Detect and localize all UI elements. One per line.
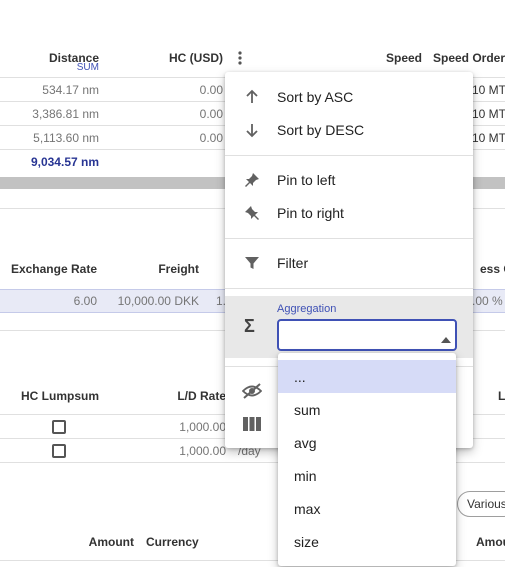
cell-distance: 3,386.81 nm	[32, 107, 99, 121]
header-currency[interactable]: Currency	[146, 535, 199, 549]
aggregation-select[interactable]	[277, 319, 457, 351]
cell-freight: 10,000.00 DKK	[117, 294, 199, 308]
header-l[interactable]: L	[498, 389, 505, 403]
arrow-up-icon	[242, 87, 262, 107]
header-exchange-rate[interactable]: Exchange Rate	[0, 262, 97, 276]
header-less-commission[interactable]: ess C.	[480, 262, 505, 276]
header-distance-aggregation: SUM	[76, 62, 99, 73]
header-ld-rate[interactable]: L/D Rate	[150, 389, 226, 403]
columns-icon	[242, 414, 262, 434]
aggregation-option[interactable]: max	[278, 492, 456, 525]
sort-desc-menu-item[interactable]: Sort by DESC	[225, 113, 473, 146]
hc-lumpsum-checkbox[interactable]	[52, 420, 66, 434]
aggregation-option[interactable]: avg	[278, 426, 456, 459]
pin-left-label: Pin to left	[277, 171, 336, 188]
filter-menu-item[interactable]: Filter	[225, 246, 473, 279]
cell-hc: 0.00	[199, 83, 223, 97]
pin-right-label: Pin to right	[277, 204, 344, 221]
hc-lumpsum-checkbox[interactable]	[52, 444, 66, 458]
various-button[interactable]: Various	[457, 491, 505, 517]
aggregation-option[interactable]: size	[278, 525, 456, 558]
pin-icon	[242, 203, 262, 223]
header-amount[interactable]: Amount	[60, 535, 134, 549]
cell-exchange-rate: 6.00	[73, 294, 97, 308]
cell-speed-order: 10 MT	[472, 131, 505, 145]
caret-up-icon	[441, 332, 451, 346]
pin-left-menu-item[interactable]: Pin to left	[225, 163, 473, 196]
cell-less-commission: .00 %	[472, 294, 503, 308]
sort-desc-label: Sort by DESC	[277, 121, 365, 138]
header-freight[interactable]: Freight	[120, 262, 199, 276]
header-speed[interactable]: Speed	[386, 51, 422, 65]
cell-hc: 0.00	[199, 107, 223, 121]
aggregation-label: Aggregation	[277, 303, 337, 315]
column-menu-icon[interactable]	[232, 50, 248, 66]
aggregation-option[interactable]: min	[278, 459, 456, 492]
arrow-down-icon	[242, 120, 262, 140]
aggregation-section: Σ Aggregation	[225, 296, 473, 358]
cell-distance: 5,113.60 nm	[33, 131, 99, 145]
pin-icon	[242, 170, 262, 190]
cell-speed-order: 10 MT	[472, 107, 505, 121]
pin-right-menu-item[interactable]: Pin to right	[225, 196, 473, 229]
cell-speed-order: 10 MT	[472, 83, 505, 97]
sigma-icon: Σ	[244, 316, 255, 336]
cell-ld-rate: 1,000.00	[179, 444, 226, 458]
aggregation-option[interactable]: sum	[278, 393, 456, 426]
aggregation-dropdown-list: ... sum avg min max size	[278, 353, 456, 566]
header-hc-usd[interactable]: HC (USD)	[120, 51, 223, 65]
header-hc-lumpsum[interactable]: HC Lumpsum	[0, 389, 99, 403]
filter-label: Filter	[277, 254, 309, 271]
sort-asc-menu-item[interactable]: Sort by ASC	[225, 80, 473, 113]
cell-ld-rate: 1,000.00	[179, 420, 226, 434]
filter-icon	[242, 253, 262, 273]
total-distance: 9,034.57 nm	[30, 155, 99, 169]
cell-distance: 534.17 nm	[42, 83, 99, 97]
cell-hc: 0.00	[199, 131, 223, 145]
header-amount-tail[interactable]: Amou	[476, 535, 505, 549]
header-speed-order[interactable]: Speed Order	[433, 51, 505, 65]
sort-asc-label: Sort by ASC	[277, 88, 354, 105]
eye-off-icon	[242, 381, 262, 401]
aggregation-option[interactable]: ...	[278, 360, 456, 393]
